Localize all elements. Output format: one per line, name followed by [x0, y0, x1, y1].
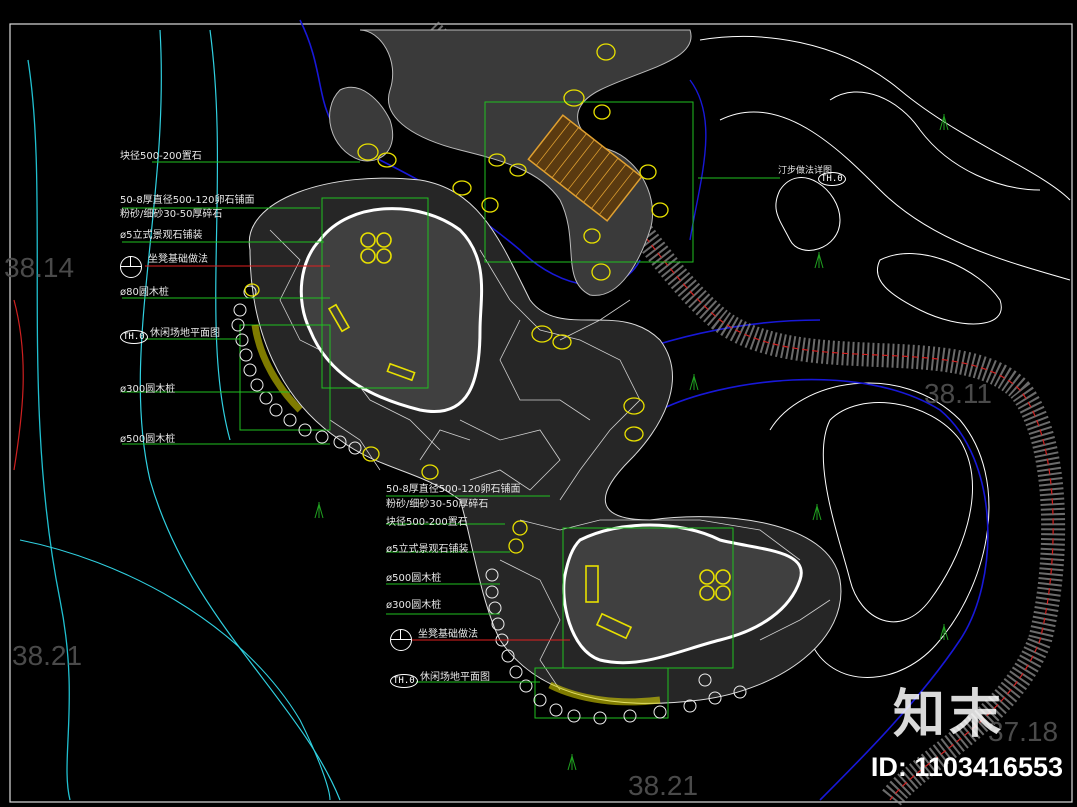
elevation-label: 38.21	[628, 770, 699, 801]
annotation-label: ø300圆木桩	[386, 600, 442, 611]
annotation-label: 50-8厚直径500-120卵石铺面	[120, 195, 255, 206]
annotation-label: 粉砂/细砂30-50厚碎石	[386, 499, 489, 510]
detail-tag: TH.0	[390, 674, 418, 688]
annotation-label: 坐凳基础做法	[418, 629, 478, 640]
section-symbol	[120, 256, 142, 278]
elevation-label: 38.14	[4, 252, 75, 283]
annotation-label: 坐凳基础做法	[148, 254, 208, 265]
elevation-label: 38.21	[12, 640, 83, 671]
detail-tag: TH.0	[120, 330, 148, 344]
annotation-label: ø5立式景观石铺装	[120, 230, 203, 241]
section-symbol	[390, 629, 412, 651]
watermark-id: ID: 1103416553	[870, 752, 1063, 782]
annotation-label: ø5立式景观石铺装	[386, 544, 469, 555]
annotation-label: ø500圆木桩	[120, 434, 176, 445]
annotation-label: 休闲场地平面图	[420, 672, 490, 683]
annotation-label: ø80圆木桩	[120, 287, 169, 298]
annotation-label: 粉砂/细砂30-50厚碎石	[120, 209, 223, 220]
annotation-label: 块径500-200置石	[120, 151, 202, 162]
elevation-label: 38.11	[924, 378, 992, 409]
annotation-label: 50-8厚直径500-120卵石铺面	[386, 484, 521, 495]
annotation-label: ø300圆木桩	[120, 384, 176, 395]
annotation-label: 块径500-200置石	[386, 517, 468, 528]
annotation-label: 休闲场地平面图	[150, 328, 220, 339]
detail-tag: TH.0	[818, 172, 846, 186]
annotation-label: ø500圆木桩	[386, 573, 442, 584]
watermark-logo: 知末	[892, 685, 1005, 745]
